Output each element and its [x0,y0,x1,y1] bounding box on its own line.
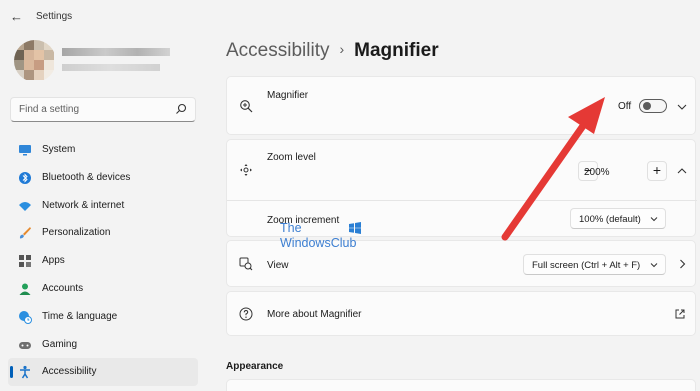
appearance-section-title: Appearance [226,361,284,372]
watermark: The WindowsClub [280,221,356,251]
breadcrumb: Accessibility › Magnifier [226,40,439,62]
magnifier-card[interactable]: Magnifier Off [226,76,696,135]
search-placeholder: Find a setting [19,104,80,115]
chevron-right-icon[interactable] [676,258,688,270]
more-about-card[interactable]: More about Magnifier [226,291,696,336]
watermark-line1: The [280,221,302,235]
sidebar-item-label: Network & internet [42,199,125,211]
help-icon [239,307,253,321]
magnifier-toggle[interactable] [639,99,667,113]
sidebar-item-label: Accounts [42,282,84,294]
sidebar-item-label: Apps [42,255,65,267]
sidebar-item-gaming[interactable]: Gaming [8,331,198,359]
apps-icon [19,255,31,268]
chevron-down-icon [650,217,658,222]
accessibility-icon [20,366,30,379]
sidebar-item-label: Time & language [42,310,118,322]
toggle-knob [643,102,651,110]
zoom-increment-dropdown[interactable]: 100% (default) [570,208,666,229]
magnifier-label: Magnifier [267,90,309,101]
divider [227,200,697,201]
sidebar-item-label: Personalization [42,227,111,239]
controller-icon [19,341,31,349]
bluetooth-icon [19,171,31,184]
sidebar-item-bluetooth[interactable]: Bluetooth & devices [8,164,198,192]
zoom-level-value: 200% [584,167,610,178]
sidebar-item-label: Bluetooth & devices [42,171,131,183]
globe-clock-icon [19,310,32,324]
move-icon [240,164,252,176]
back-arrow-icon[interactable]: ← [10,9,26,25]
account-name-redacted [62,48,170,56]
title-bar: ← Settings [0,0,700,34]
brush-icon [19,227,31,239]
breadcrumb-separator: › [339,41,345,57]
sidebar-item-personalization[interactable]: Personalization [8,219,198,247]
sidebar-item-time-language[interactable]: Time & language [8,303,198,331]
app-title: Settings [36,11,73,22]
person-icon [19,283,31,295]
sidebar-item-accessibility[interactable]: Accessibility [8,358,198,387]
page-title: Magnifier [354,40,439,61]
sidebar-item-system[interactable]: System [8,136,198,164]
search-input[interactable]: Find a setting [10,97,196,122]
chevron-down-icon[interactable] [676,101,688,113]
view-label: View [267,260,289,271]
account-email-redacted [62,64,160,71]
search-icon [176,103,187,114]
watermark-logo-icon [349,222,361,234]
toggle-state-label: Off [618,101,632,112]
sidebar-item-network[interactable]: Network & internet [8,192,198,220]
watermark-line2: WindowsClub [280,236,357,250]
wifi-icon [19,201,31,211]
breadcrumb-parent[interactable]: Accessibility [226,40,329,61]
appearance-card-partial[interactable] [226,379,696,391]
sidebar-nav: System Bluetooth & devices Network & int… [8,136,198,387]
avatar[interactable] [14,40,56,82]
sidebar-item-accounts[interactable]: Accounts [8,275,198,303]
monitor-icon [19,145,31,156]
chevron-up-icon[interactable] [676,165,688,177]
zoom-in-icon [240,100,253,113]
view-mode-icon [239,257,253,271]
sidebar-item-label: Accessibility [42,366,97,378]
dropdown-value: 100% (default) [579,214,641,225]
chevron-down-icon [650,263,658,268]
zoom-level-label: Zoom level [267,152,316,163]
more-about-label: More about Magnifier [267,309,362,320]
external-link-icon[interactable] [674,308,686,320]
sidebar-item-label: System [42,144,76,155]
dropdown-value: Full screen (Ctrl + Alt + F) [532,260,641,271]
view-mode-dropdown[interactable]: Full screen (Ctrl + Alt + F) [523,254,666,275]
sidebar-item-apps[interactable]: Apps [8,247,198,275]
zoom-in-button[interactable]: + [647,161,667,181]
sidebar-item-label: Gaming [42,338,78,350]
